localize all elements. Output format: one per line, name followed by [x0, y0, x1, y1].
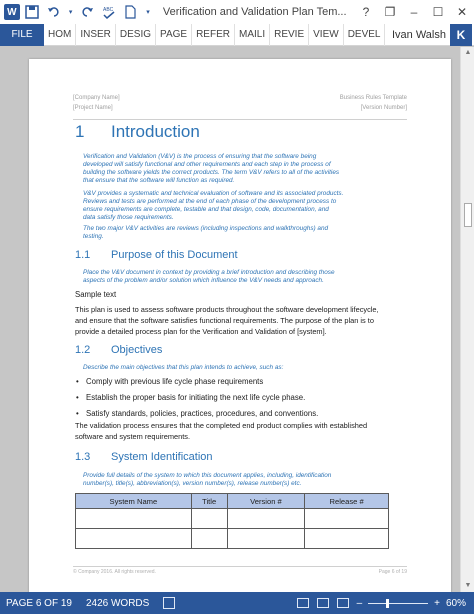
header-company: [Company Name] — [73, 95, 120, 101]
list-item: Comply with previous life cycle phase re… — [76, 377, 263, 386]
document-title: Verification and Validation Plan Tem... — [162, 6, 347, 18]
header-version: [Version Number] — [360, 105, 407, 111]
status-bar: PAGE 6 OF 19 2426 WORDS – + 60% — [0, 592, 474, 614]
svg-text:ABC: ABC — [103, 7, 114, 13]
tab-design[interactable]: DESIG — [116, 23, 157, 46]
customize-toolbar-icon[interactable]: ▾ — [143, 3, 153, 21]
document-page[interactable]: [Company Name] Business Rules Template [… — [29, 59, 451, 592]
minimize-icon[interactable]: – — [402, 5, 426, 19]
column-header-release[interactable]: Release # — [304, 493, 389, 509]
spelling-check-icon[interactable]: ABC — [100, 3, 118, 21]
validation-paragraph: The validation process ensures that the … — [75, 421, 368, 441]
undo-icon[interactable] — [45, 3, 63, 21]
table-row — [75, 508, 389, 529]
save-icon[interactable] — [24, 3, 42, 21]
tab-view[interactable]: VIEW — [309, 23, 344, 46]
header-divider — [73, 119, 407, 120]
redo-icon[interactable] — [78, 3, 96, 21]
print-layout-icon[interactable] — [316, 598, 329, 608]
header-project: [Project Name] — [73, 105, 113, 111]
footer-divider — [73, 566, 407, 567]
word-app-icon[interactable]: W — [4, 4, 20, 20]
table-cell[interactable] — [75, 528, 192, 549]
guidance-vv-evaluation: V&V provides a systematic and technical … — [83, 190, 344, 221]
table-row — [75, 528, 389, 549]
heading-text: Introduction — [111, 122, 200, 141]
guidance-objectives: Describe the main objectives that this p… — [83, 364, 284, 371]
header-template: Business Rules Template — [339, 95, 407, 101]
table-cell[interactable] — [226, 508, 306, 529]
purpose-paragraph: This plan is used to assess software pro… — [75, 305, 379, 336]
user-name[interactable]: Ivan Walsh — [392, 29, 450, 41]
zoom-level[interactable]: 60% — [446, 598, 466, 609]
guidance-system-identification: Provide full details of the system to wh… — [83, 472, 332, 487]
tab-file[interactable]: FILE — [0, 23, 44, 46]
heading-introduction: 1 Introduction — [75, 122, 200, 142]
page-count[interactable]: PAGE 6 OF 19 — [6, 598, 72, 609]
scrollbar-thumb[interactable] — [464, 203, 472, 227]
heading-purpose: 1.1 Purpose of this Document — [75, 249, 238, 261]
title-bar: W ▾ ABC ▾ Verification and Validation Pl… — [0, 0, 474, 24]
tab-page-layout[interactable]: PAGE — [156, 23, 193, 46]
tab-home[interactable]: HOM — [44, 23, 77, 46]
table-cell[interactable] — [75, 508, 192, 529]
help-icon[interactable]: ? — [354, 5, 378, 19]
web-layout-icon[interactable] — [336, 598, 349, 608]
ribbon-display-options-icon[interactable]: ❐ — [378, 5, 402, 19]
zoom-out-icon[interactable]: – — [357, 598, 363, 609]
list-item: Establish the proper basis for initiatin… — [76, 393, 305, 402]
maximize-icon[interactable]: ☐ — [426, 5, 450, 19]
close-icon[interactable]: ✕ — [450, 5, 474, 19]
guidance-purpose: Place the V&V document in context by pro… — [83, 269, 335, 284]
scroll-down-icon[interactable]: ▼ — [461, 580, 474, 592]
heading-system-identification: 1.3 System Identification — [75, 451, 213, 463]
table-cell[interactable] — [226, 528, 306, 549]
document-area[interactable]: [Company Name] Business Rules Template [… — [0, 47, 460, 592]
scroll-up-icon[interactable]: ▲ — [461, 47, 474, 59]
zoom-slider-handle[interactable] — [386, 598, 390, 608]
list-item: Satisfy standards, policies, practices, … — [76, 409, 318, 418]
tab-mailings[interactable]: MAILI — [235, 23, 271, 46]
ribbon-tab-bar: FILE HOM INSER DESIG PAGE REFER MAILI RE… — [0, 23, 474, 46]
tab-developer[interactable]: DEVEL — [344, 23, 386, 46]
tab-review[interactable]: REVIE — [270, 23, 310, 46]
tab-references[interactable]: REFER — [192, 23, 235, 46]
system-identification-table[interactable]: System Name Title Version # Release # — [75, 493, 389, 549]
zoom-slider[interactable] — [368, 598, 429, 608]
table-cell[interactable] — [304, 528, 389, 549]
column-header-title[interactable]: Title — [190, 493, 228, 509]
footer-copyright: © Company 2016. All rights reserved. — [73, 569, 156, 575]
table-header-row: System Name Title Version # Release # — [75, 493, 389, 509]
table-cell[interactable] — [304, 508, 389, 529]
heading-objectives: 1.2 Objectives — [75, 344, 163, 356]
sample-text-label: Sample text — [75, 290, 117, 299]
vertical-scrollbar[interactable]: ▲ ▼ — [460, 47, 474, 592]
table-cell[interactable] — [190, 528, 228, 549]
footer-page-number: Page 6 of 19 — [378, 569, 407, 575]
heading-number: 1 — [75, 122, 85, 141]
column-header-system-name[interactable]: System Name — [75, 493, 192, 509]
avatar[interactable]: K — [450, 23, 472, 46]
guidance-vv-activities: The two major V&V activities are reviews… — [83, 225, 329, 240]
proofing-icon[interactable] — [163, 597, 176, 609]
undo-dropdown-icon[interactable]: ▾ — [67, 3, 75, 21]
guidance-vv-definition: Verification and Validation (V&V) is the… — [83, 153, 340, 184]
zoom-in-icon[interactable]: + — [434, 598, 440, 609]
column-header-version[interactable]: Version # — [226, 493, 306, 509]
tab-insert[interactable]: INSER — [76, 23, 116, 46]
word-count[interactable]: 2426 WORDS — [86, 598, 149, 609]
new-document-icon[interactable] — [122, 3, 140, 21]
read-mode-icon[interactable] — [296, 598, 309, 608]
table-cell[interactable] — [190, 508, 228, 529]
